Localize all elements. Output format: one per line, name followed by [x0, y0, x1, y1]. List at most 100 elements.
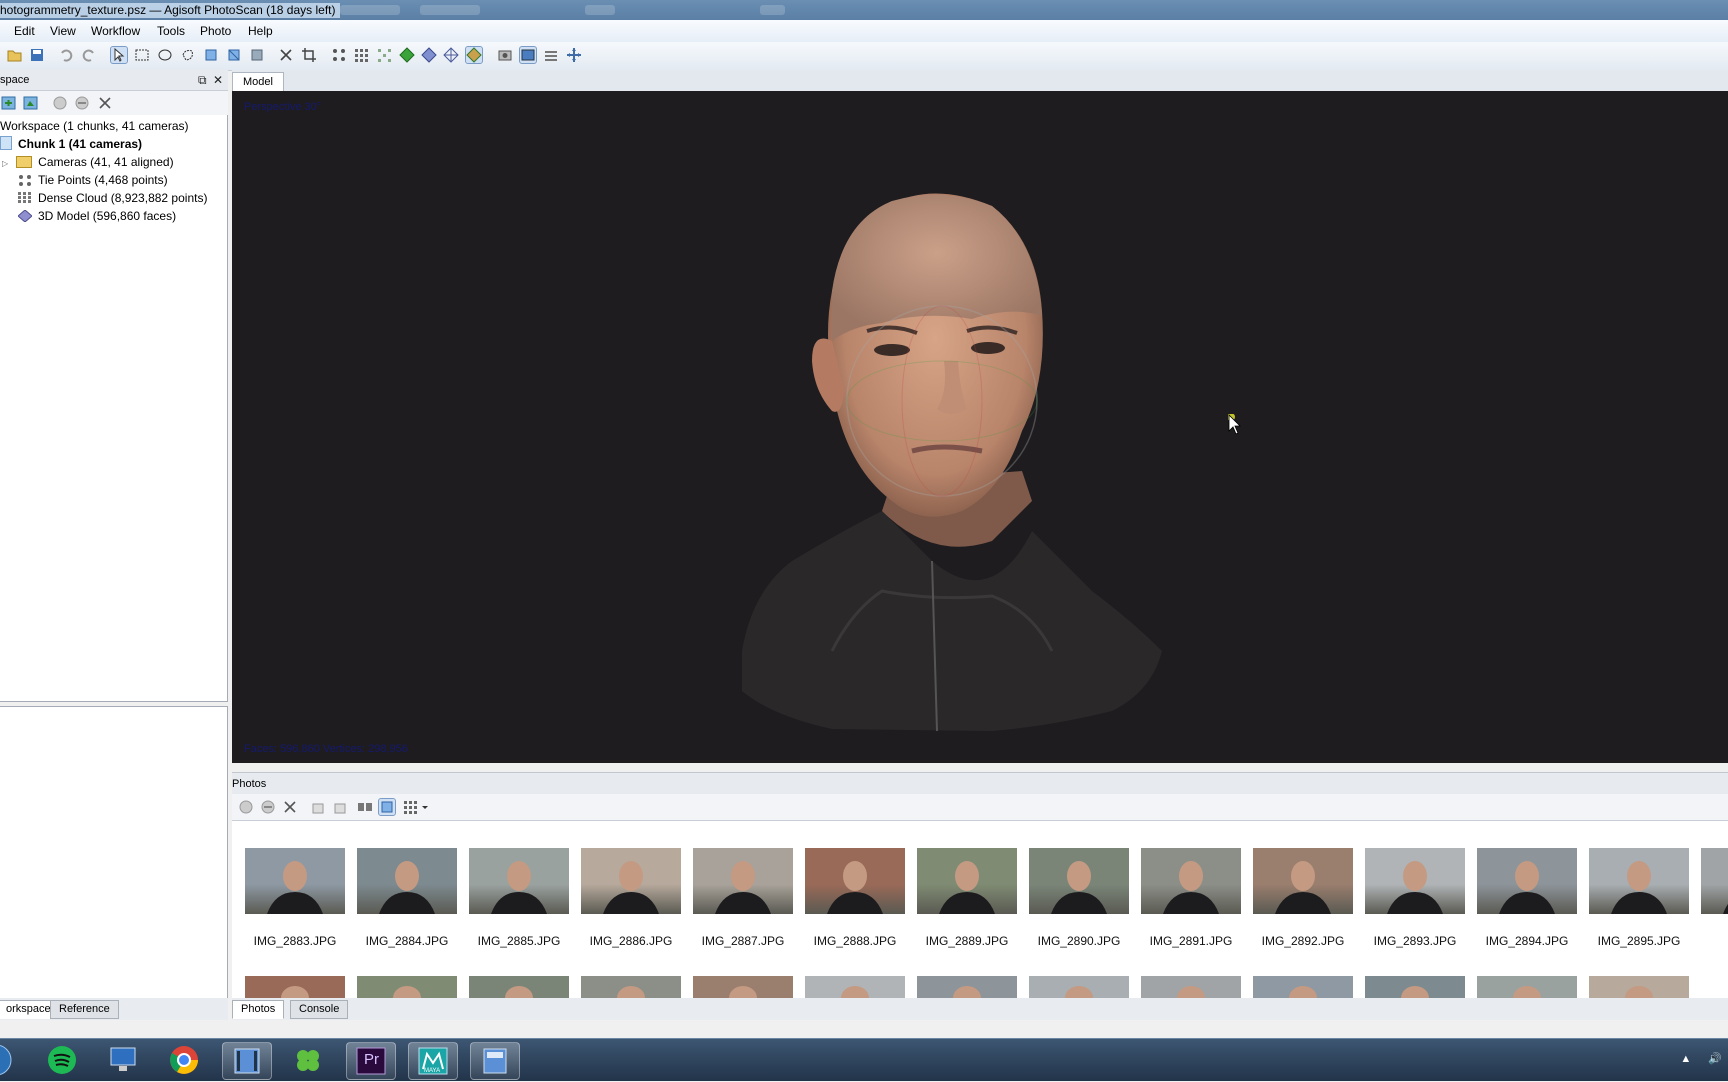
photo-thumbnail[interactable]: IMG_2895.JPG	[1589, 848, 1689, 948]
dense-cloud-classes-icon[interactable]	[376, 47, 392, 63]
circle-selection-icon[interactable]	[157, 47, 173, 63]
show-cameras-icon[interactable]	[497, 47, 513, 63]
premiere-icon[interactable]: Pr	[346, 1042, 396, 1080]
reset-view-icon[interactable]	[566, 47, 582, 63]
photo-thumbnail[interactable]: IMG_2891.JPG	[1141, 848, 1241, 948]
photo-thumbnail[interactable]: IMG_2884.JPG	[357, 848, 457, 948]
rotate-region-icon[interactable]	[249, 47, 265, 63]
photo-thumbnail-row2[interactable]	[917, 976, 1017, 998]
dense-cloud-icon	[18, 191, 32, 203]
model-viewport[interactable]: Perspective 30° Faces: 596,860 Vertices:…	[232, 91, 1728, 763]
photo-thumbnail[interactable]: IMG_2886.JPG	[581, 848, 681, 948]
show-images-icon[interactable]	[519, 46, 537, 64]
add-photos-icon[interactable]	[23, 95, 39, 111]
menu-workflow[interactable]: Workflow	[91, 24, 140, 38]
photo-thumbnail-row2[interactable]	[1141, 976, 1241, 998]
free-form-selection-icon[interactable]	[180, 47, 196, 63]
chrome-icon[interactable]	[160, 1042, 208, 1078]
show-points-icon[interactable]	[331, 47, 347, 63]
photo-thumbnail[interactable]: IMG_2890.JPG	[1029, 848, 1129, 948]
remove-camera-icon[interactable]	[282, 799, 298, 815]
undo-icon[interactable]	[58, 47, 74, 63]
tab-reference[interactable]: Reference	[50, 1000, 119, 1019]
photo-thumbnail-row2[interactable]	[245, 976, 345, 998]
photo-thumbnail-row2[interactable]	[1029, 976, 1129, 998]
dense-cloud-icon[interactable]	[353, 47, 369, 63]
photo-thumbnail-row2[interactable]	[357, 976, 457, 998]
model-textured-icon[interactable]	[465, 46, 483, 64]
photo-thumbnail-row2[interactable]	[581, 976, 681, 998]
tab-photos[interactable]: Photos	[232, 1000, 285, 1019]
photo-label: IMG_2893.JPG	[1373, 934, 1457, 948]
rotate-right-icon[interactable]	[332, 799, 348, 815]
photo-thumbnail[interactable]: IMG_2892.JPG	[1253, 848, 1353, 948]
photo-thumbnail-row2[interactable]	[1477, 976, 1577, 998]
photo-thumbnail[interactable]: IMG_2894.JPG	[1477, 848, 1577, 948]
start-orb-icon[interactable]	[0, 1042, 16, 1078]
tab-console[interactable]: Console	[290, 1000, 349, 1019]
show-region-icon[interactable]	[543, 47, 559, 63]
tab-model[interactable]: Model	[232, 72, 284, 91]
photo-thumbnail-row2[interactable]	[469, 976, 569, 998]
photo-thumbnail[interactable]: IMG_2887.JPG	[693, 848, 793, 948]
add-chunk-icon[interactable]	[1, 95, 17, 111]
maya-icon[interactable]: MAYA	[408, 1042, 458, 1080]
expand-arrow-icon[interactable]: ▷	[2, 159, 8, 168]
tree-3d-model[interactable]: 3D Model (596,860 faces)	[17, 207, 176, 225]
view-mode-dropdown-icon[interactable]	[403, 799, 431, 815]
photo-thumbnail[interactable]: IMG_2893.JPG	[1365, 848, 1465, 948]
tree-workspace-root[interactable]: Workspace (1 chunks, 41 cameras)	[0, 117, 189, 135]
float-pane-icon[interactable]: ⧉	[198, 73, 207, 88]
model-solid-icon[interactable]	[399, 47, 415, 63]
photo-thumbnail[interactable]: IMG_2889.JPG	[917, 848, 1017, 948]
photo-thumbnail-row2[interactable]	[693, 976, 793, 998]
photo-thumbnail[interactable]: IMG_2885.JPG	[469, 848, 569, 948]
filter-by-selection-icon[interactable]	[378, 798, 396, 816]
rectangle-selection-icon[interactable]	[134, 47, 150, 63]
save-icon[interactable]	[29, 47, 45, 63]
tree-tie-points[interactable]: Tie Points (4,468 points)	[18, 171, 168, 189]
model-wireframe-icon[interactable]	[443, 47, 459, 63]
menu-tools[interactable]: Tools	[157, 24, 185, 38]
tree-cameras[interactable]: ▷ Cameras (41, 41 aligned)	[2, 153, 174, 171]
remove-items-icon[interactable]	[97, 95, 113, 111]
photo-thumbnail[interactable]: IMG_2888.JPG	[805, 848, 905, 948]
computer-icon[interactable]	[99, 1042, 147, 1078]
redo-icon[interactable]	[81, 47, 97, 63]
photo-thumbnail[interactable]: IMG_2883.JPG	[245, 848, 345, 948]
menu-view[interactable]: View	[50, 24, 76, 38]
disable-icon[interactable]	[74, 95, 90, 111]
delete-selection-icon[interactable]	[278, 47, 294, 63]
close-pane-icon[interactable]: ✕	[213, 73, 223, 87]
rotate-left-icon[interactable]	[310, 799, 326, 815]
move-region-icon[interactable]	[203, 47, 219, 63]
filter-by-point-icon[interactable]	[357, 799, 373, 815]
menu-edit[interactable]: Edit	[14, 24, 35, 38]
media-player-icon[interactable]	[470, 1042, 520, 1080]
photo-thumbnail[interactable]: IM	[1701, 848, 1728, 914]
photo-thumbnail-row2[interactable]	[1365, 976, 1465, 998]
navigation-icon[interactable]	[110, 46, 128, 64]
volume-icon[interactable]: 🔊	[1708, 1053, 1722, 1065]
tree-dense-cloud[interactable]: Dense Cloud (8,923,882 points)	[18, 189, 207, 207]
disable-camera-icon[interactable]	[260, 799, 276, 815]
open-icon[interactable]	[7, 47, 23, 63]
menu-help[interactable]: Help	[248, 24, 273, 38]
clover-icon[interactable]	[284, 1042, 332, 1078]
spotify-icon[interactable]	[38, 1042, 86, 1078]
tree-chunk[interactable]: Chunk 1 (41 cameras)	[0, 135, 142, 153]
enable-icon[interactable]	[52, 95, 68, 111]
tree-tie-points-label: Tie Points (4,468 points)	[38, 173, 168, 187]
photo-thumbnail-row2[interactable]	[1589, 976, 1689, 998]
crop-icon[interactable]	[301, 47, 317, 63]
video-editor-icon[interactable]	[222, 1042, 272, 1080]
workspace-pane-title: space	[0, 74, 30, 86]
resize-region-icon[interactable]	[226, 47, 242, 63]
menu-photo[interactable]: Photo	[200, 24, 231, 38]
photo-thumbnail-row2[interactable]	[805, 976, 905, 998]
tray-expand-icon[interactable]: ▲	[1680, 1053, 1691, 1065]
enable-camera-icon[interactable]	[238, 799, 254, 815]
photo-label: IMG_2885.JPG	[477, 934, 561, 948]
model-shaded-icon[interactable]	[421, 47, 437, 63]
photo-thumbnail-row2[interactable]	[1253, 976, 1353, 998]
